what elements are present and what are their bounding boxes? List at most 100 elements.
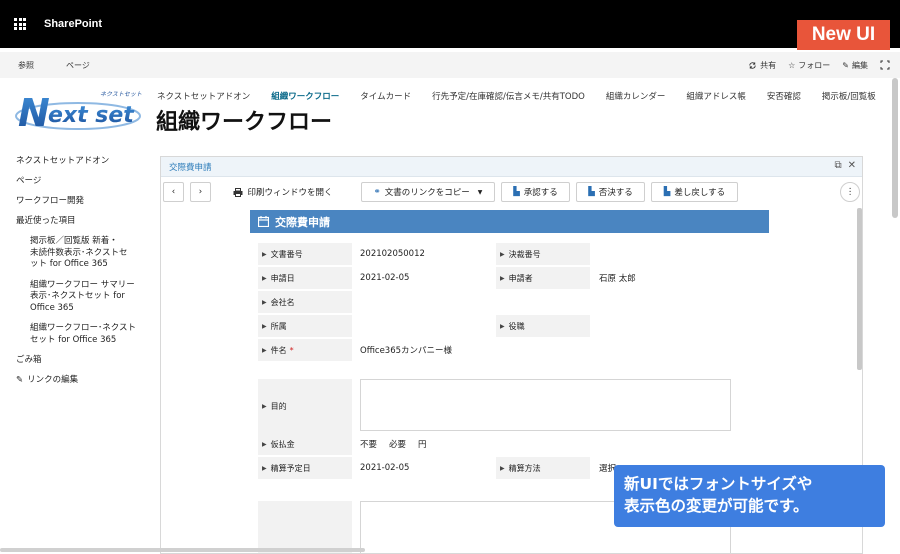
printer-icon — [233, 187, 243, 197]
print-button[interactable]: 印刷ウィンドウを開く — [221, 182, 345, 202]
label-text: 件名 — [270, 345, 287, 355]
caret-right-icon: ▶ — [500, 274, 505, 282]
caret-right-icon: ▶ — [262, 464, 267, 472]
recent-item-line: セット for Office 365 — [30, 334, 117, 345]
topnav-item-timecard[interactable]: タイムカード — [360, 90, 411, 102]
decision-no-label: ▶ 決裁番号 — [496, 243, 590, 265]
panel-title: 交際費申請 — [169, 162, 212, 173]
nextset-logo[interactable]: N ext set ネクストセット — [14, 84, 146, 136]
label-text: 仮払金 — [270, 439, 295, 449]
settle-date-value: 2021-02-05 — [360, 463, 410, 473]
recent-item-line: 表示･ネクストセット for — [30, 291, 125, 301]
label-text: 所属 — [270, 321, 287, 331]
recent-item-workflow[interactable]: 組織ワークフロー･ネクスト セット for Office 365 — [16, 323, 146, 346]
edit-links-button[interactable]: ✎ リンクの編集 — [16, 375, 146, 386]
leftnav-item-page[interactable]: ページ — [16, 176, 146, 187]
restore-window-icon[interactable]: ⧉ — [834, 160, 841, 171]
label-text: 目的 — [270, 401, 287, 411]
chevron-down-icon: ▼ — [477, 188, 483, 196]
more-vertical-icon: ⋮ — [845, 187, 855, 197]
command-bar: 参照 ページ 共有 ☆ フォロー ✎ 編集 — [0, 52, 900, 78]
edit-label: 編集 — [852, 60, 868, 70]
caret-right-icon: ▶ — [500, 322, 505, 330]
topnav-item-address[interactable]: 組織アドレス帳 — [686, 90, 746, 102]
caret-right-icon: ▶ — [262, 322, 267, 330]
panel-scrollbar[interactable] — [857, 208, 862, 370]
reject-button[interactable]: ▙ 否決する — [576, 182, 645, 202]
pencil-icon: ✎ — [16, 375, 24, 385]
sync-icon — [749, 61, 756, 69]
advance-option-necessary[interactable]: 必要 — [389, 438, 406, 450]
topnav-item-addon[interactable]: ネクストセットアドオン — [157, 90, 250, 102]
recent-item-line: 掲示板／回覧版 新着・ — [30, 236, 118, 246]
callout-line: 表示色の変更が可能です。 — [624, 497, 809, 515]
caret-right-icon: ▶ — [500, 250, 505, 258]
caret-right-icon: ▶ — [500, 464, 505, 472]
topnav-item-safety[interactable]: 安否確認 — [767, 90, 801, 102]
close-icon[interactable]: ✕ — [848, 160, 856, 171]
edit-button[interactable]: ✎ 編集 — [842, 60, 868, 71]
panel-header: 交際費申請 ⧉ ✕ — [161, 157, 862, 177]
approve-label: 承認する — [523, 188, 558, 198]
topnav-item-board[interactable]: 掲示板/回覧板 — [822, 90, 876, 102]
share-button[interactable]: 共有 — [748, 60, 776, 71]
page-scrollbar[interactable] — [892, 78, 898, 218]
return-label: 差し戻しする — [674, 188, 726, 198]
recent-item-summary[interactable]: 組織ワークフロー サマリー 表示･ネクストセット for Office 365 — [16, 280, 146, 315]
star-icon: ☆ — [788, 60, 796, 70]
more-options-button[interactable]: ⋮ — [840, 182, 860, 202]
caret-right-icon: ▶ — [262, 402, 267, 410]
caret-right-icon: ▶ — [262, 440, 267, 448]
recent-item-line: Office 365 — [30, 302, 74, 313]
form-header: 交際費申請 — [250, 210, 769, 233]
advance-unit: 円 — [418, 440, 427, 450]
follow-label: フォロー — [798, 60, 831, 70]
prev-button[interactable]: ‹ — [163, 182, 184, 202]
topnav-item-workflow[interactable]: 組織ワークフロー — [271, 90, 339, 102]
chevron-left-icon: ‹ — [171, 187, 176, 197]
leftnav-item-workflow-dev[interactable]: ワークフロー開発 — [16, 196, 146, 207]
app-name[interactable]: SharePoint — [44, 18, 102, 30]
share-label: 共有 — [760, 60, 777, 70]
page-tab[interactable]: ページ — [66, 60, 90, 71]
recent-item-board[interactable]: 掲示板／回覧版 新着・ 未読件数表示･ネクストセ ット for Office 3… — [16, 236, 146, 271]
role-label: ▶ 役職 — [496, 315, 590, 337]
leftnav-item-trash[interactable]: ごみ箱 — [16, 355, 146, 366]
app-launcher-icon[interactable] — [14, 18, 26, 30]
caret-right-icon: ▶ — [262, 250, 267, 258]
top-navigation: ネクストセットアドオン 組織ワークフロー タイムカード 行先予定/在庫確認/伝言… — [157, 90, 897, 102]
recent-item-line: ット for Office 365 — [30, 259, 108, 269]
approve-button[interactable]: ▙ 承認する — [501, 182, 570, 202]
advance-option-unnecessary[interactable]: 不要 — [360, 438, 377, 450]
command-bar-actions: 共有 ☆ フォロー ✎ 編集 — [748, 52, 890, 78]
chevron-right-icon: › — [198, 187, 203, 197]
feature-callout: 新UIではフォントサイズや 表示色の変更が可能です。 — [614, 465, 885, 527]
applicant-value: 石原 太郎 — [599, 274, 636, 284]
label-text: 会社名 — [270, 297, 295, 307]
next-button[interactable]: › — [190, 182, 211, 202]
recent-item-line: 未読件数表示･ネクストセ — [30, 247, 128, 258]
next-field-label — [258, 501, 352, 553]
copy-link-button[interactable]: ⚭ 文書のリンクをコピー ▼ — [361, 182, 495, 202]
reject-label: 否決する — [598, 188, 633, 198]
print-label: 印刷ウィンドウを開く — [247, 188, 333, 198]
topnav-item-calendar[interactable]: 組織カレンダー — [606, 90, 666, 102]
label-text: 申請者 — [508, 273, 533, 283]
caret-right-icon: ▶ — [262, 346, 267, 354]
leftnav-item-recent[interactable]: 最近使った項目 — [16, 216, 146, 227]
follow-button[interactable]: ☆ フォロー — [788, 60, 830, 71]
label-text: 決裁番号 — [508, 249, 541, 259]
leftnav-item-addon[interactable]: ネクストセットアドオン — [16, 156, 146, 167]
copy-link-label: 文書のリンクをコピー — [384, 188, 470, 198]
return-button[interactable]: ▙ 差し戻しする — [651, 182, 738, 202]
horizontal-scrollbar[interactable] — [0, 548, 365, 552]
form-title: 交際費申請 — [275, 215, 330, 229]
svg-text:ext set: ext set — [48, 103, 135, 128]
settle-date-label: ▶ 精算予定日 — [258, 457, 352, 479]
browse-tab[interactable]: 参照 — [18, 60, 34, 71]
focus-mode-button[interactable] — [880, 60, 890, 70]
topnav-item-schedule[interactable]: 行先予定/在庫確認/伝言メモ/共有TODO — [432, 90, 585, 102]
label-text: 精算方法 — [508, 463, 541, 473]
label-text: 役職 — [508, 321, 525, 331]
purpose-textarea[interactable] — [360, 379, 731, 431]
